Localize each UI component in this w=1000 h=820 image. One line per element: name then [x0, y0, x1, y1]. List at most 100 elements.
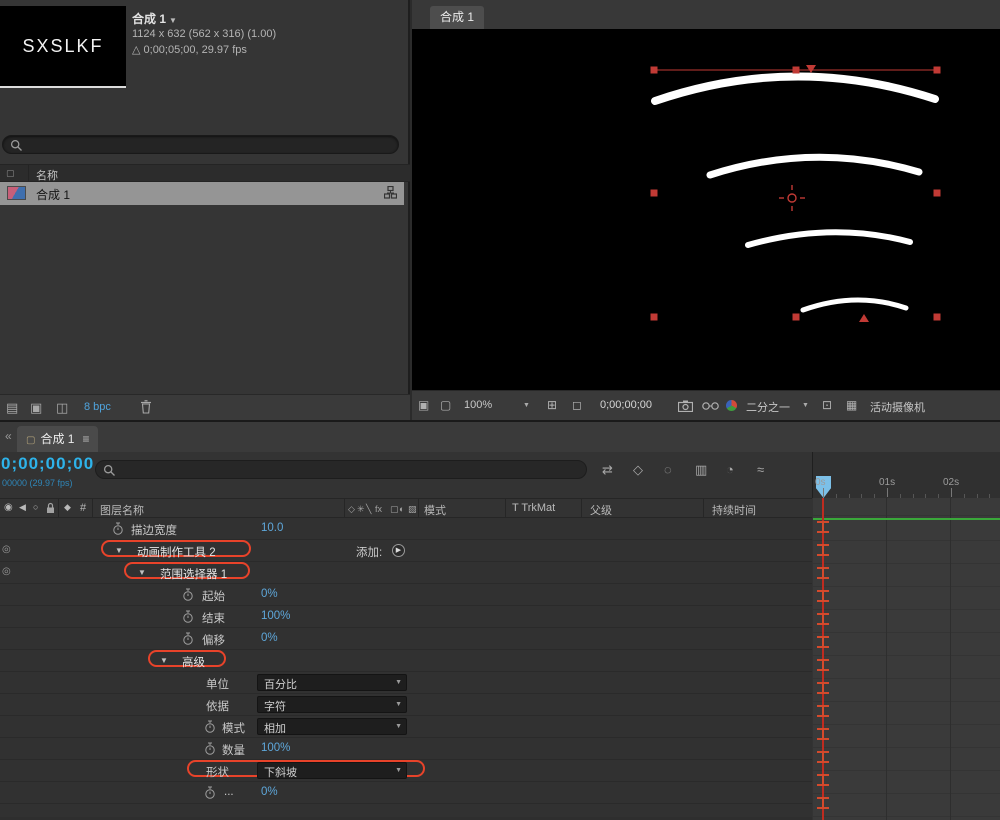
twirl-down-icon[interactable]: ▼ — [138, 568, 146, 577]
stopwatch-icon[interactable] — [182, 632, 194, 650]
resolution-dropdown-icon[interactable]: ▼ — [802, 402, 809, 409]
property-label[interactable]: 描边宽度 — [131, 522, 177, 538]
primary-viewer-icon[interactable]: ▢ — [440, 398, 451, 412]
timeline-search-input[interactable] — [95, 460, 587, 479]
property-label[interactable]: 依据 — [206, 698, 229, 714]
property-keyframe-marker[interactable] — [817, 751, 829, 763]
property-value[interactable]: 100% — [261, 742, 290, 754]
stopwatch-icon[interactable] — [182, 610, 194, 628]
grid-guides-icon[interactable]: ⊞ — [547, 398, 557, 412]
mode-column-header[interactable]: 模式 — [424, 502, 446, 518]
stopwatch-icon[interactable] — [182, 588, 194, 606]
visibility-icon[interactable]: ◎ — [2, 566, 11, 577]
viewer-tab[interactable]: 合成 1 — [430, 6, 484, 29]
property-keyframe-marker[interactable] — [817, 567, 829, 579]
property-keyframe-marker[interactable] — [817, 590, 829, 602]
new-comp-icon[interactable]: ◫ — [56, 400, 68, 416]
panel-collapse-icon[interactable]: « — [5, 429, 12, 443]
audio-column-icon[interactable]: ◀ — [19, 502, 26, 513]
property-label[interactable]: 范围选择器 1 — [160, 566, 227, 582]
property-keyframe-marker[interactable] — [817, 728, 829, 740]
panel-menu-icon[interactable]: ≡ — [82, 432, 89, 446]
solo-column-icon[interactable]: ○ — [33, 502, 38, 512]
zoom-dropdown-icon[interactable]: ▼ — [523, 402, 530, 409]
property-keyframe-marker[interactable] — [817, 705, 829, 717]
property-label[interactable]: 高级 — [182, 654, 205, 670]
stopwatch-icon[interactable] — [204, 786, 216, 804]
property-label[interactable]: 单位 — [206, 676, 229, 692]
property-keyframe-marker[interactable] — [817, 682, 829, 694]
property-label[interactable]: 动画制作工具 2 — [137, 544, 216, 560]
property-keyframe-marker[interactable] — [817, 521, 829, 533]
property-dropdown[interactable]: 字符▼ — [257, 696, 407, 713]
mini-flowchart-icon[interactable]: ⇄ — [602, 462, 613, 478]
new-folder-icon[interactable]: ▣ — [30, 400, 42, 416]
property-value[interactable]: 10.0 — [261, 522, 283, 534]
property-dropdown[interactable]: 百分比▼ — [257, 674, 407, 691]
mask-visibility-icon[interactable]: ◻ — [572, 398, 582, 412]
parent-column-header[interactable]: 父级 — [590, 502, 612, 518]
twirl-down-icon[interactable]: ▼ — [160, 656, 168, 665]
property-keyframe-marker[interactable] — [817, 797, 829, 809]
property-label[interactable]: 形状 — [206, 764, 229, 780]
title-dropdown-icon[interactable]: ▼ — [169, 16, 177, 25]
transparency-grid-icon[interactable]: ▦ — [846, 398, 857, 412]
frame-blend-icon[interactable]: ▥ — [695, 462, 707, 478]
always-preview-icon[interactable]: ▣ — [418, 398, 429, 412]
zoom-level[interactable]: 100% — [464, 399, 492, 411]
bpc-indicator[interactable]: 8 bpc — [84, 401, 111, 413]
number-column-header[interactable]: # — [80, 502, 86, 514]
stopwatch-icon[interactable] — [204, 742, 216, 760]
current-timecode[interactable]: 0;00;00;00 — [1, 454, 94, 474]
hide-shy-icon[interactable]: ◌ — [664, 462, 672, 477]
video-column-icon[interactable]: ◉ — [4, 502, 13, 513]
property-keyframe-marker[interactable] — [817, 613, 829, 625]
trash-icon[interactable] — [140, 400, 152, 414]
add-menu-icon[interactable]: ▶ — [392, 544, 405, 557]
time-ruler[interactable]: 0s01s02s — [812, 452, 1000, 498]
project-search-input[interactable] — [2, 135, 399, 154]
property-value[interactable]: 0% — [261, 632, 278, 644]
channels-icon[interactable] — [726, 400, 737, 411]
layer-name-column-header[interactable]: 图层名称 — [100, 502, 144, 518]
property-keyframe-marker[interactable] — [817, 774, 829, 786]
project-item-title[interactable]: 合成 1▼ — [132, 10, 177, 27]
property-value[interactable]: 0% — [261, 588, 278, 600]
list-view-icon[interactable]: ▤ — [6, 400, 18, 416]
name-column-header[interactable]: 名称 — [36, 167, 58, 183]
property-label[interactable]: 起始 — [202, 588, 225, 604]
timeline-tab[interactable]: ▢合成 1≡ — [17, 426, 98, 452]
draft-3d-icon[interactable]: ◇ — [633, 462, 643, 478]
property-value[interactable]: 0% — [261, 786, 278, 798]
stopwatch-icon[interactable] — [204, 720, 216, 738]
property-keyframe-marker[interactable] — [817, 636, 829, 648]
composition-viewport[interactable] — [412, 29, 1000, 390]
property-label[interactable]: 结束 — [202, 610, 225, 626]
property-label[interactable]: 模式 — [222, 720, 245, 736]
property-keyframe-marker[interactable] — [817, 659, 829, 671]
label-column-icon[interactable]: ◆ — [64, 502, 71, 513]
trkmat-column-header[interactable]: T TrkMat — [512, 502, 555, 514]
visibility-icon[interactable]: ◎ — [2, 544, 11, 555]
camera-view-select[interactable]: 活动摄像机 — [870, 399, 925, 415]
viewer-timecode[interactable]: 0;00;00;00 — [600, 399, 652, 411]
show-snapshot-icon[interactable] — [702, 402, 719, 410]
property-label[interactable]: 数量 — [222, 742, 245, 758]
region-of-interest-icon[interactable]: ⊡ — [822, 398, 832, 412]
duration-column-header[interactable]: 持续时间 — [712, 502, 756, 518]
property-label[interactable]: 偏移 — [202, 632, 225, 648]
property-label[interactable]: ... — [224, 786, 234, 798]
timeline-track-rows[interactable] — [813, 498, 1000, 820]
lock-column-icon[interactable] — [46, 502, 55, 514]
property-dropdown[interactable]: 相加▼ — [257, 718, 407, 735]
property-value[interactable]: 100% — [261, 610, 290, 622]
add-label[interactable]: 添加: — [356, 544, 382, 560]
property-keyframe-marker[interactable] — [817, 544, 829, 556]
stopwatch-icon[interactable] — [112, 522, 124, 540]
resolution-select[interactable]: 二分之一 — [746, 399, 790, 415]
project-list-item-comp[interactable]: 合成 1 — [0, 182, 404, 205]
snapshot-camera-icon[interactable] — [678, 400, 693, 412]
property-dropdown[interactable]: 下斜坡▼ — [257, 762, 407, 779]
twirl-down-icon[interactable]: ▼ — [115, 546, 123, 555]
graph-editor-icon[interactable]: ≈ — [757, 462, 764, 477]
